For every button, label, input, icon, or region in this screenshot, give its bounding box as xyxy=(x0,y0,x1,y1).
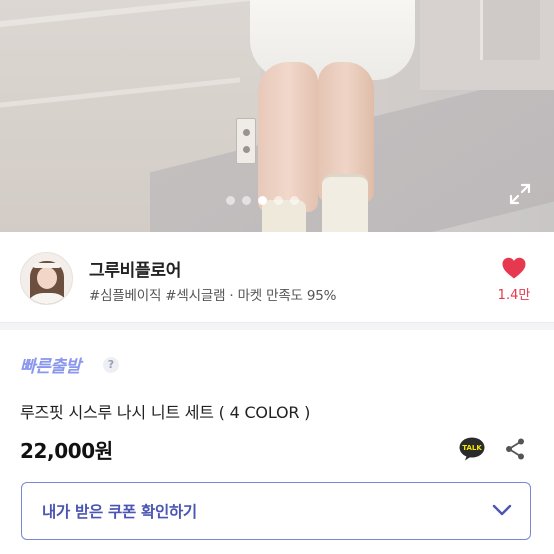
expand-icon[interactable] xyxy=(508,182,532,206)
coupon-check-button[interactable]: 내가 받은 쿠폰 확인하기 xyxy=(21,482,531,540)
heart-icon[interactable] xyxy=(501,256,527,280)
pagination-dot[interactable] xyxy=(226,196,235,205)
kakao-talk-icon[interactable]: TALK xyxy=(459,437,485,461)
like-count: 1.4만 xyxy=(497,288,531,303)
seller-section: 그루비플로어 #심플베이직 #섹시글램 · 마켓 만족도 95% 1.4만 xyxy=(0,232,554,326)
fast-shipping-label: 빠른출발 xyxy=(20,357,81,377)
avatar[interactable] xyxy=(20,252,73,305)
coupon-label: 내가 받은 쿠폰 확인하기 xyxy=(42,503,197,521)
pagination-dot[interactable] xyxy=(274,196,283,205)
wall-outlet xyxy=(236,118,256,164)
talk-badge-text: TALK xyxy=(462,444,482,452)
seller-tags: #심플베이직 #섹시글램 · 마켓 만족도 95% xyxy=(89,288,337,304)
share-icon[interactable] xyxy=(505,438,525,460)
pagination-dot-active[interactable] xyxy=(258,196,267,205)
pagination-dot[interactable] xyxy=(290,196,299,205)
seller-name[interactable]: 그루비플로어 xyxy=(89,256,181,281)
chevron-down-icon xyxy=(492,504,512,516)
help-icon[interactable]: ? xyxy=(103,357,119,373)
product-price: 22,000원 xyxy=(20,439,113,463)
pagination-dot[interactable] xyxy=(242,196,251,205)
gallery-pagination xyxy=(226,196,299,205)
product-image-gallery[interactable] xyxy=(0,0,554,232)
product-title: 루즈핏 시스루 나시 니트 세트 ( 4 COLOR ) xyxy=(20,403,311,422)
section-divider xyxy=(0,322,554,330)
